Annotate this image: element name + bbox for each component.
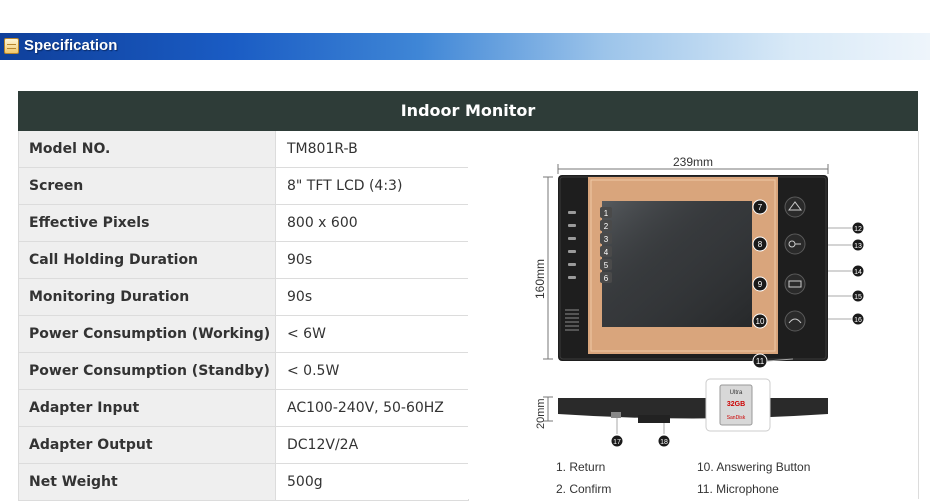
row-value: 8" TFT LCD (4:3) (276, 168, 469, 204)
row-value: 90s (276, 279, 469, 315)
monitor-side-profile (558, 398, 828, 419)
svg-text:18: 18 (660, 439, 668, 446)
legend-item: 10. Answering Button (697, 460, 811, 474)
row-label: Effective Pixels (19, 205, 276, 241)
section-title: Specification (24, 37, 118, 54)
svg-text:Ultra: Ultra (730, 390, 743, 396)
row-label: Screen (19, 168, 276, 204)
table-row: Effective Pixels 800 x 600 (19, 205, 469, 242)
sd-card: Ultra 32GB SanDisk (705, 378, 771, 432)
table-row: Monitoring Duration 90s (19, 279, 469, 316)
svg-text:10: 10 (756, 317, 765, 326)
row-label: Power Consumption (Working) (19, 316, 276, 352)
row-value: TM801R-B (276, 131, 469, 167)
row-value: AC100-240V, 50-60HZ (276, 390, 469, 426)
legend-item: 11. Microphone (697, 482, 779, 496)
height-label: 160mm (533, 259, 547, 299)
svg-text:3: 3 (604, 235, 609, 244)
table-row: Power Consumption (Working) < 6W (19, 316, 469, 353)
table-row: Power Consumption (Standby) < 0.5W (19, 353, 469, 390)
row-value: DC12V/2A (276, 427, 469, 463)
svg-text:11: 11 (756, 357, 765, 366)
svg-text:16: 16 (854, 317, 862, 324)
row-label: Call Holding Duration (19, 242, 276, 278)
svg-text:17: 17 (613, 439, 621, 446)
side-callouts: 12 13 14 15 16 (828, 221, 865, 326)
svg-text:8: 8 (758, 240, 763, 249)
svg-text:9: 9 (758, 280, 763, 289)
monitor-diagram: 239mm 160mm 1 2 3 4 5 6 7 8 9 10 11 12 1… (533, 155, 865, 448)
row-value: 800 x 600 (276, 205, 469, 241)
spec-table: Model NO. TM801R-B Screen 8" TFT LCD (4:… (18, 131, 469, 501)
table-row: Net Weight 500g (19, 464, 469, 501)
row-label: Power Consumption (Standby) (19, 353, 276, 389)
row-label: Net Weight (19, 464, 276, 500)
svg-text:SanDisk: SanDisk (727, 415, 746, 421)
document-icon (4, 38, 19, 54)
depth-label: 20mm (535, 398, 547, 429)
svg-text:1: 1 (604, 209, 609, 218)
table-row: Screen 8" TFT LCD (4:3) (19, 168, 469, 205)
svg-text:6: 6 (604, 274, 609, 283)
table-row: Call Holding Duration 90s (19, 242, 469, 279)
svg-text:13: 13 (854, 243, 862, 250)
row-value: < 6W (276, 316, 469, 352)
svg-text:32GB: 32GB (727, 401, 745, 408)
svg-text:5: 5 (604, 261, 609, 270)
svg-text:12: 12 (854, 226, 862, 233)
svg-text:14: 14 (854, 269, 862, 276)
legend-item: 1. Return (556, 460, 606, 474)
product-diagram: 239mm 160mm 1 2 3 4 5 6 7 8 9 10 11 12 1… (468, 131, 919, 499)
table-row: Model NO. TM801R-B (19, 131, 469, 168)
table-header: Indoor Monitor (18, 91, 918, 131)
row-label: Monitoring Duration (19, 279, 276, 315)
svg-text:7: 7 (758, 203, 763, 212)
table-title: Indoor Monitor (400, 101, 536, 120)
row-value: < 0.5W (276, 353, 469, 389)
specification-banner: Specification (0, 33, 930, 60)
row-label: Adapter Input (19, 390, 276, 426)
svg-text:4: 4 (604, 248, 609, 257)
svg-text:15: 15 (854, 294, 862, 301)
row-value: 90s (276, 242, 469, 278)
legend-item: 2. Confirm (556, 482, 612, 496)
width-label: 239mm (673, 155, 713, 169)
table-row: Adapter Input AC100-240V, 50-60HZ (19, 390, 469, 427)
row-value: 500g (276, 464, 469, 500)
row-label: Adapter Output (19, 427, 276, 463)
svg-text:2: 2 (604, 222, 609, 231)
row-label: Model NO. (19, 131, 276, 167)
table-row: Adapter Output DC12V/2A (19, 427, 469, 464)
